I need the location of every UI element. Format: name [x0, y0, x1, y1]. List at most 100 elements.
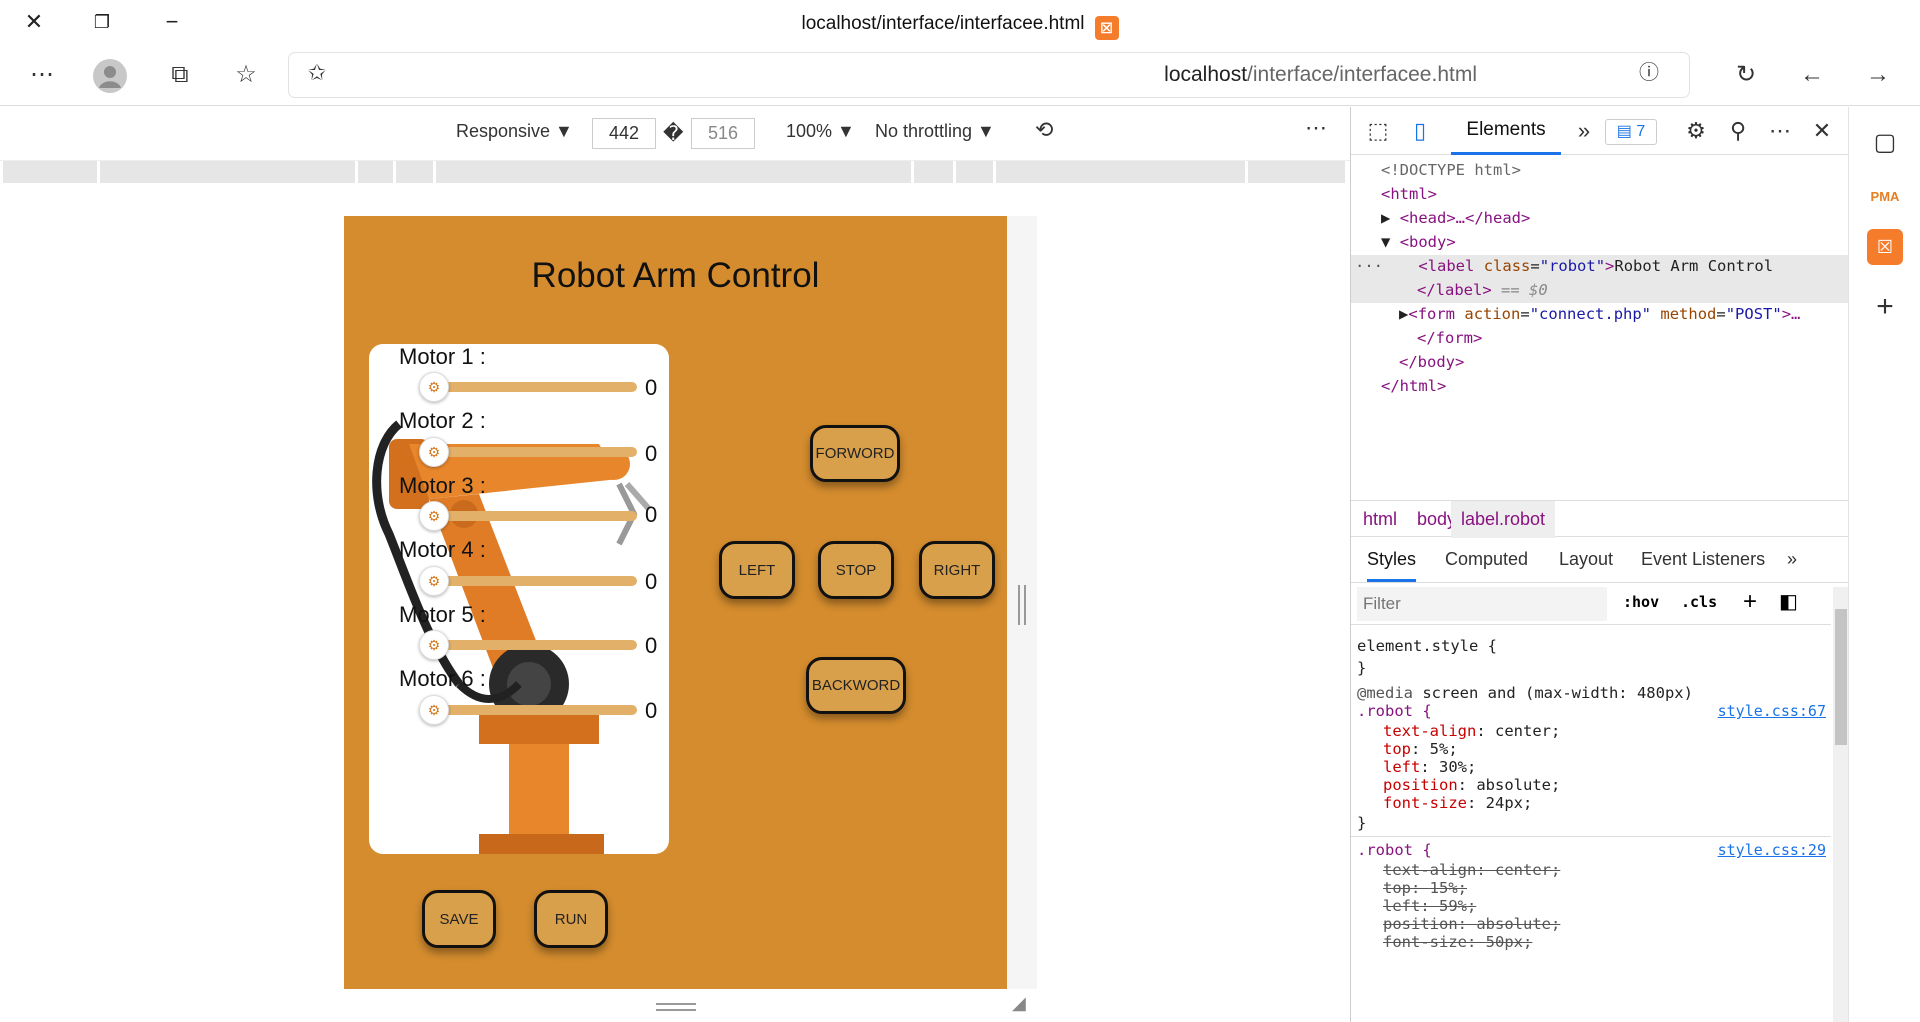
collapse-arrow-icon[interactable]: ▼ [1381, 233, 1390, 251]
ruler-segment[interactable] [3, 161, 100, 183]
dom-body-open[interactable]: ▼ <body> [1381, 233, 1456, 251]
more-options-icon[interactable]: ⋯ [22, 57, 62, 93]
motor-6-slider[interactable] [437, 705, 637, 715]
css-overridden-property[interactable]: text-align: center; [1383, 861, 1560, 879]
new-rule-icon[interactable]: + [1743, 588, 1757, 616]
stop-button[interactable]: STOP [818, 541, 894, 599]
ruler-segment[interactable] [996, 161, 1248, 183]
motor-2-slider-thumb[interactable]: ⚙ [419, 437, 449, 467]
motor-1-slider-thumb[interactable]: ⚙ [419, 372, 449, 402]
add-favorite-icon[interactable]: ✩ [297, 55, 337, 91]
css-robot-selector[interactable]: .robot { [1357, 702, 1432, 720]
dom-label-node[interactable]: ··· <label class="robot">Robot Arm Contr… [1355, 257, 1773, 275]
motor-3-slider[interactable] [437, 511, 637, 521]
css-property[interactable]: text-align: center; [1383, 722, 1560, 740]
issues-badge[interactable]: ▤ 7 [1605, 119, 1657, 145]
dom-form-close[interactable]: </form> [1417, 329, 1482, 347]
ruler-segment[interactable] [396, 161, 436, 183]
css-property[interactable]: font-size: 24px; [1383, 794, 1532, 812]
devtools-more-icon[interactable]: ⋯ [1765, 117, 1795, 145]
favorites-icon[interactable]: ☆ [226, 57, 266, 93]
profile-avatar[interactable] [90, 59, 130, 95]
save-button[interactable]: SAVE [422, 890, 496, 948]
ruler-segment[interactable] [100, 161, 358, 183]
zoom-select[interactable]: 100% ▼ [786, 121, 855, 142]
add-sidebar-icon[interactable]: + [1867, 289, 1903, 325]
device-more-icon[interactable]: ⋯ [1305, 115, 1327, 141]
motor-4-slider[interactable] [437, 576, 637, 586]
css-source-link[interactable]: style.css:29 [1718, 841, 1826, 859]
ruler-segment[interactable] [914, 161, 956, 183]
motor-1-slider[interactable] [437, 382, 637, 392]
cls-toggle[interactable]: .cls [1681, 593, 1717, 611]
motor-5-slider[interactable] [437, 640, 637, 650]
expand-arrow-icon[interactable]: ▶ [1381, 209, 1390, 227]
css-robot-selector[interactable]: .robot { [1357, 841, 1432, 859]
run-button[interactable]: RUN [534, 890, 608, 948]
hov-toggle[interactable]: :hov [1623, 593, 1659, 611]
toggle-sidebar-icon[interactable]: ◧ [1779, 589, 1798, 614]
settings-gear-icon[interactable]: ⚙ [1681, 117, 1711, 145]
motor-2-slider[interactable] [437, 447, 637, 457]
device-emulation-icon[interactable]: ▯ [1405, 117, 1435, 145]
corner-resize-icon[interactable]: ◢ [1012, 993, 1026, 1014]
ruler-segment[interactable] [436, 161, 914, 183]
viewport-resize-handle[interactable] [1018, 585, 1026, 625]
tab-layout[interactable]: Layout [1559, 549, 1613, 570]
inspect-element-icon[interactable]: ⬚ [1363, 117, 1393, 145]
more-tabs-icon[interactable]: » [1569, 117, 1599, 145]
device-mode-select[interactable]: Responsive ▼ [456, 121, 573, 142]
motor-3-slider-thumb[interactable]: ⚙ [419, 501, 449, 531]
breadcrumb-label-robot[interactable]: label.robot [1451, 501, 1556, 538]
css-overridden-property[interactable]: top: 15%; [1383, 879, 1467, 897]
styles-filter-input[interactable] [1357, 587, 1607, 621]
collections-icon[interactable]: ⧉ [160, 57, 200, 93]
site-info-icon[interactable]: ⓘ [1629, 55, 1669, 91]
ruler-segment[interactable] [1248, 161, 1348, 183]
tab-elements[interactable]: Elements [1451, 107, 1561, 155]
viewport-height-input[interactable]: 516 [691, 118, 755, 149]
rotate-icon[interactable]: ⟲ [1035, 117, 1053, 143]
css-overridden-property[interactable]: position: absolute; [1383, 915, 1560, 933]
scrollbar-thumb[interactable] [1835, 609, 1847, 745]
dom-html-open[interactable]: <html> [1381, 185, 1437, 203]
css-overridden-property[interactable]: left: 59%; [1383, 897, 1476, 915]
tab-event-listeners[interactable]: Event Listeners [1641, 549, 1765, 570]
sidebar-panel-icon[interactable]: ▢ [1867, 125, 1903, 161]
back-icon[interactable]: ← [1792, 57, 1832, 93]
viewport-width-input[interactable]: 442 [592, 118, 656, 149]
motor-5-slider-thumb[interactable]: ⚙ [419, 630, 449, 660]
left-button[interactable]: LEFT [719, 541, 795, 599]
url-text[interactable]: localhost/interface/interfacee.html [1164, 63, 1477, 87]
dom-html-close[interactable]: </html> [1381, 377, 1446, 395]
viewport-bottom-handle[interactable] [656, 1003, 696, 1011]
css-property[interactable]: left: 30%; [1383, 758, 1476, 776]
forward-icon[interactable]: → [1858, 57, 1898, 93]
tab-computed[interactable]: Computed [1445, 549, 1528, 570]
dom-head[interactable]: ▶ <head>…</head> [1381, 209, 1530, 227]
ruler-segment[interactable] [358, 161, 396, 183]
css-property[interactable]: position: absolute; [1383, 776, 1560, 794]
tab-styles[interactable]: Styles [1367, 549, 1417, 582]
forward-button[interactable]: FORWORD [810, 425, 900, 482]
dom-body-close[interactable]: </body> [1399, 353, 1464, 371]
more-style-tabs-icon[interactable]: » [1787, 549, 1797, 570]
css-source-link[interactable]: style.css:67 [1718, 702, 1826, 720]
customize-icon[interactable]: ⚲ [1723, 117, 1753, 145]
ruler-segment[interactable] [956, 161, 996, 183]
dom-form-node[interactable]: ▶<form action="connect.php" method="POST… [1399, 305, 1800, 323]
phpmyadmin-icon[interactable]: PMA [1867, 179, 1903, 215]
styles-scrollbar[interactable] [1833, 587, 1849, 1022]
css-property[interactable]: top: 5%; [1383, 740, 1458, 758]
refresh-icon[interactable]: ↻ [1726, 57, 1766, 93]
breadcrumb-html[interactable]: html [1363, 509, 1397, 530]
xampp-sidebar-icon[interactable]: ☒ [1867, 229, 1903, 265]
motor-4-slider-thumb[interactable]: ⚙ [419, 566, 449, 596]
backward-button[interactable]: BACKWORD [806, 657, 906, 714]
dom-doctype[interactable]: <!DOCTYPE html> [1381, 161, 1521, 179]
address-bar[interactable]: ✩ localhost/interface/interfacee.html ⓘ [289, 53, 1689, 97]
close-devtools-icon[interactable]: ✕ [1807, 117, 1837, 145]
throttling-select[interactable]: No throttling ▼ [875, 121, 995, 142]
motor-6-slider-thumb[interactable]: ⚙ [419, 695, 449, 725]
right-button[interactable]: RIGHT [919, 541, 995, 599]
